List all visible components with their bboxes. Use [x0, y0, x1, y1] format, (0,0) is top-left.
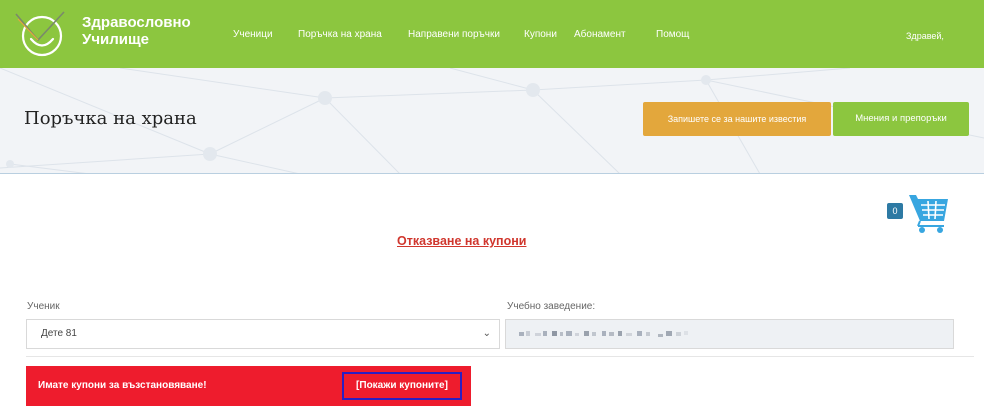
section-divider: [26, 356, 974, 357]
top-navigation-bar: Здравословно Училище Ученици Поръчка на …: [0, 0, 984, 68]
nav-help[interactable]: Помощ: [656, 29, 689, 43]
alert-message: Имате купони за възстановяване!: [38, 380, 207, 391]
page-title: Поръчка на храна: [24, 108, 197, 129]
brand-name[interactable]: Здравословно Училище: [82, 14, 191, 48]
nav-placed-orders[interactable]: Направени поръчки: [408, 29, 500, 43]
user-greeting[interactable]: Здравей,: [906, 31, 944, 41]
cart-count-badge[interactable]: 0: [887, 203, 903, 219]
subscribe-notifications-button[interactable]: Запишете се за нашите известия: [643, 102, 831, 136]
student-select-value: Дете 81: [41, 328, 77, 339]
nav-food-order[interactable]: Поръчка на храна: [298, 29, 382, 43]
brand-line-1: Здравословно: [82, 14, 191, 31]
school-field: [505, 319, 954, 349]
show-coupons-link[interactable]: [Покажи купоните]: [342, 372, 462, 400]
chevron-down-icon: ⌄: [482, 328, 491, 339]
page-banner: Поръчка на храна Запишете се за нашите и…: [0, 68, 984, 174]
student-select[interactable]: Дете 81 ⌄: [26, 319, 500, 349]
redacted-school-name: [519, 331, 688, 337]
student-label: Ученик: [27, 301, 60, 312]
nav-coupons[interactable]: Купони: [524, 29, 557, 43]
cancel-coupons-link[interactable]: Отказване на купони: [397, 234, 526, 248]
brand-line-2: Училище: [82, 31, 150, 48]
cart-icon[interactable]: [906, 191, 950, 235]
nav-students[interactable]: Ученици: [233, 29, 273, 43]
reviews-button[interactable]: Мнения и препоръки: [833, 102, 969, 136]
coupon-restore-alert: Имате купони за възстановяване! [Покажи …: [26, 366, 471, 406]
smile-check-logo-icon[interactable]: [14, 10, 66, 60]
school-label: Учебно заведение:: [507, 301, 596, 312]
nav-subscription[interactable]: Абонамент: [574, 29, 626, 43]
